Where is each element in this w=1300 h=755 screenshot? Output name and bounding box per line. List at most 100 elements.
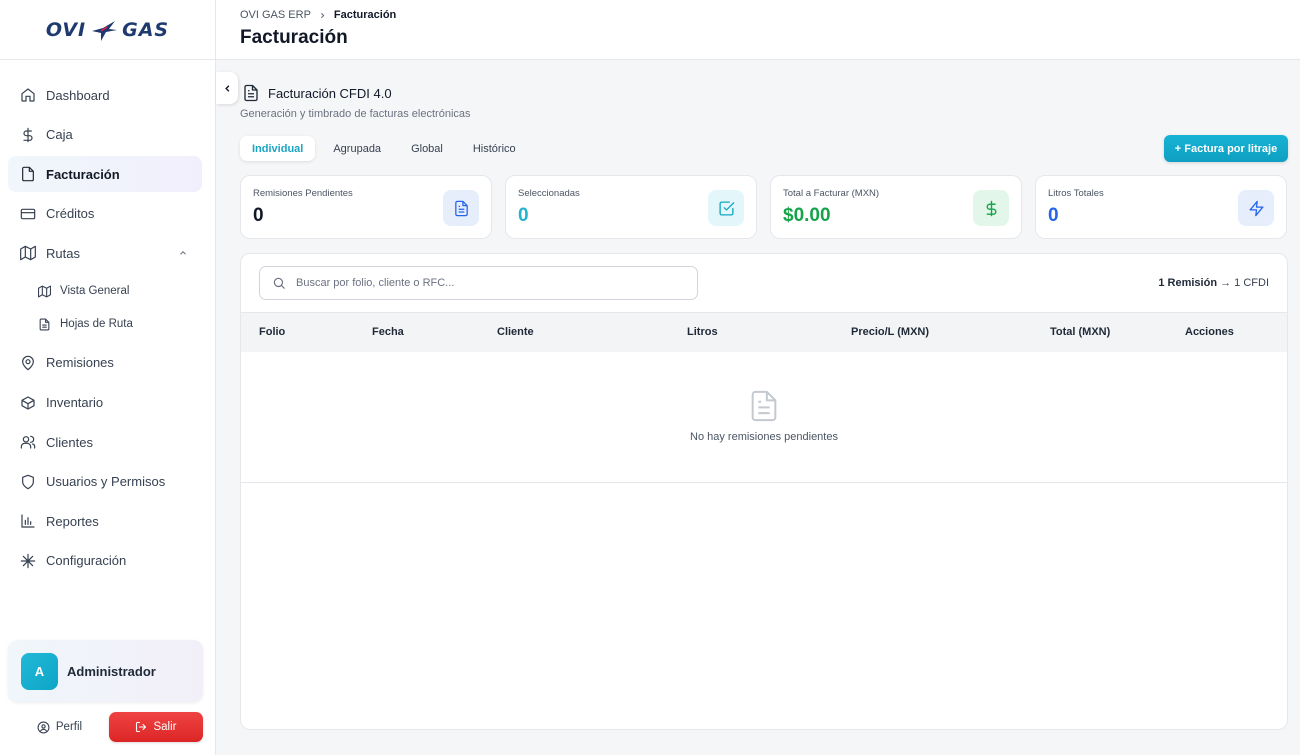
column-header-total[interactable]: Total (MXN) xyxy=(1050,326,1110,338)
section-title: Facturación CFDI 4.0 xyxy=(268,85,392,101)
tab-historico[interactable]: Histórico xyxy=(461,136,528,161)
sidebar-item-remisiones[interactable]: Remisiones xyxy=(8,345,202,381)
user-card[interactable]: A Administrador xyxy=(8,640,203,702)
logout-icon xyxy=(136,721,147,733)
column-header-acciones: Acciones xyxy=(1185,326,1234,338)
logo-text-left: OVI xyxy=(45,18,87,41)
sidebar-item-label: Facturación xyxy=(46,166,120,182)
cfdi-summary-count: 1 Remisión xyxy=(1158,277,1218,289)
profile-button[interactable]: Perfil xyxy=(22,712,97,742)
collapse-sidebar-button[interactable] xyxy=(216,72,238,104)
chevron-up-icon[interactable] xyxy=(178,248,188,258)
stat-label: Seleccionadas xyxy=(518,188,580,199)
stat-value: $0.00 xyxy=(783,205,831,226)
search-icon xyxy=(273,277,285,289)
stat-label: Total a Facturar (MXN) xyxy=(783,188,880,199)
tab-agrupada[interactable]: Agrupada xyxy=(321,136,393,161)
asterisk-icon xyxy=(20,553,36,569)
logo[interactable]: OVI GAS xyxy=(0,0,215,60)
empty-state-text: No hay remisiones pendientes xyxy=(690,431,838,443)
dollar-icon xyxy=(20,127,36,143)
section-header: Facturación CFDI 4.0 xyxy=(242,84,392,102)
sidebar-item-clientes[interactable]: Clientes xyxy=(8,424,202,460)
file-text-icon xyxy=(751,390,777,422)
file-text-icon xyxy=(244,84,258,102)
column-header-fecha[interactable]: Fecha xyxy=(372,326,404,338)
sidebar-subitem-hojas-de-ruta[interactable]: Hojas de Ruta xyxy=(8,308,202,341)
sidebar-item-inventario[interactable]: Inventario xyxy=(8,385,202,421)
column-header-cliente[interactable]: Cliente xyxy=(497,326,534,338)
sidebar-item-label: Rutas xyxy=(46,245,80,261)
table-empty-state: No hay remisiones pendientes xyxy=(241,352,1287,483)
tab-global[interactable]: Global xyxy=(399,136,455,161)
stat-label: Litros Totales xyxy=(1048,188,1104,199)
sidebar-subitem-label: Hojas de Ruta xyxy=(60,318,133,331)
sidebar-item-label: Inventario xyxy=(46,395,104,411)
breadcrumb: OVI GAS ERP Facturación xyxy=(240,9,396,21)
remisiones-table-card: 1 Remisión → 1 CFDI Folio Fecha Cliente … xyxy=(240,253,1288,730)
map-icon xyxy=(20,245,36,261)
table-header: Folio Fecha Cliente Litros Precio/L (MXN… xyxy=(241,312,1287,352)
sidebar-item-label: Usuarios y Permisos xyxy=(46,474,166,490)
user-name: Administrador xyxy=(67,663,156,679)
add-invoice-by-liters-button[interactable]: + Factura por litraje xyxy=(1164,135,1288,162)
section-subtitle: Generación y timbrado de facturas electr… xyxy=(240,108,471,120)
sidebar-nav: Dashboard Caja Facturación Créditos Ruta… xyxy=(8,77,202,583)
check-square-icon xyxy=(708,190,744,226)
user-circle-icon xyxy=(37,721,50,733)
sidebar-item-rutas[interactable]: Rutas xyxy=(8,235,202,271)
stat-card-total-a-facturar: Total a Facturar (MXN) $0.00 xyxy=(770,175,1022,239)
sidebar-item-creditos[interactable]: Créditos xyxy=(8,196,202,232)
column-header-folio[interactable]: Folio xyxy=(259,326,285,338)
stat-card-seleccionadas: Seleccionadas 0 xyxy=(505,175,757,239)
sidebar-item-caja[interactable]: Caja xyxy=(8,117,202,153)
sidebar-item-label: Clientes xyxy=(46,434,93,450)
zap-icon xyxy=(1238,190,1274,226)
cfdi-summary-rest: → 1 CFDI xyxy=(1217,277,1269,289)
tab-bar: Individual Agrupada Global Histórico xyxy=(240,136,534,161)
credit-card-icon xyxy=(20,206,36,222)
sidebar-item-configuracion[interactable]: Configuración xyxy=(8,543,202,579)
sidebar-item-label: Remisiones xyxy=(46,355,114,371)
sidebar-item-label: Configuración xyxy=(46,553,127,569)
stat-label: Remisiones Pendientes xyxy=(253,188,353,199)
tab-individual[interactable]: Individual xyxy=(240,136,316,161)
sidebar-item-facturacion[interactable]: Facturación xyxy=(8,156,202,193)
page-title: Facturación xyxy=(240,27,348,48)
logout-button[interactable]: Salir xyxy=(109,712,203,742)
cfdi-summary: 1 Remisión → 1 CFDI xyxy=(1158,277,1269,289)
sidebar-item-dashboard[interactable]: Dashboard xyxy=(8,77,202,113)
column-header-precio[interactable]: Precio/L (MXN) xyxy=(851,326,929,338)
breadcrumb-current: Facturación xyxy=(333,9,397,21)
logout-button-label: Salir xyxy=(153,721,177,733)
file-text-icon xyxy=(443,190,479,226)
sidebar-item-usuarios[interactable]: Usuarios y Permisos xyxy=(8,464,202,500)
column-header-litros[interactable]: Litros xyxy=(687,326,718,338)
breadcrumb-root[interactable]: OVI GAS ERP xyxy=(240,9,311,21)
profile-button-label: Perfil xyxy=(55,721,83,733)
sidebar-item-reportes[interactable]: Reportes xyxy=(8,503,202,539)
file-icon xyxy=(20,166,36,182)
users-icon xyxy=(20,434,36,450)
avatar: A xyxy=(21,652,58,690)
dollar-icon xyxy=(973,190,1009,226)
chevron-left-icon xyxy=(224,84,229,92)
sidebar-item-label: Reportes xyxy=(46,513,99,529)
stat-value: 0 xyxy=(253,205,264,226)
sidebar: OVI GAS Dashboard Caja Facturación Crédi… xyxy=(0,0,216,755)
sidebar-subitem-vista-general[interactable]: Vista General xyxy=(8,275,202,308)
search-input[interactable] xyxy=(296,277,676,289)
sidebar-item-label: Créditos xyxy=(46,206,95,222)
stat-card-litros-totales: Litros Totales 0 xyxy=(1035,175,1287,239)
sidebar-subitem-label: Vista General xyxy=(60,285,130,298)
map-icon xyxy=(38,285,51,298)
sidebar-item-label: Caja xyxy=(46,127,73,143)
search-field[interactable] xyxy=(259,266,698,300)
logo-bird-icon xyxy=(92,20,118,41)
map-pin-icon xyxy=(20,355,36,371)
stat-card-remisiones-pendientes: Remisiones Pendientes 0 xyxy=(240,175,492,239)
logo-text-right: GAS xyxy=(122,18,170,41)
file-text-icon xyxy=(38,318,51,331)
stat-value: 0 xyxy=(1048,205,1059,226)
sidebar-item-label: Dashboard xyxy=(46,87,110,103)
